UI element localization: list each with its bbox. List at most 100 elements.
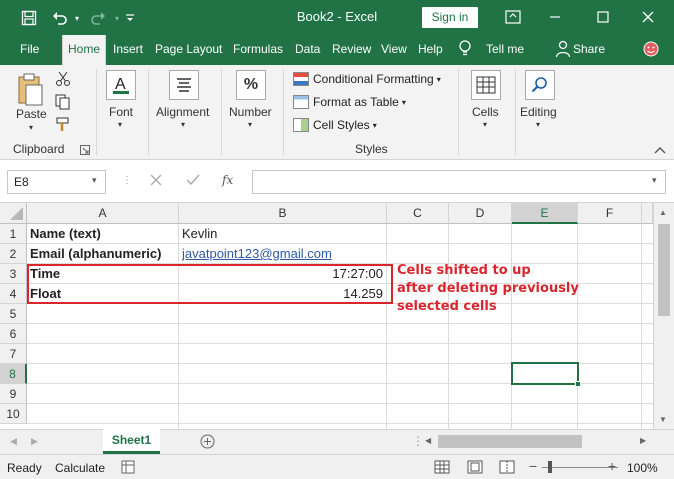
tab-view[interactable]: View [381,42,407,56]
alignment-icon[interactable] [169,70,199,100]
scroll-up-icon[interactable]: ▲ [659,208,667,217]
status-calculate[interactable]: Calculate [55,461,105,475]
select-all-corner[interactable] [0,203,27,224]
row-header-3[interactable]: 3 [0,264,27,284]
vertical-scrollbar[interactable]: ▲ ▼ [653,203,674,429]
styles-group-label: Styles [355,142,388,156]
column-header-b[interactable]: B [179,203,387,224]
column-header-c[interactable]: C [387,203,449,224]
enter-check-icon[interactable] [186,174,200,189]
cell-a1[interactable]: Name (text) [27,224,104,244]
font-button[interactable]: Font [109,105,133,119]
column-header-f[interactable]: F [578,203,642,224]
cell-b2-email-link[interactable]: javatpoint123@gmail.com [179,244,335,264]
scroll-left-icon[interactable]: ◀ [425,436,431,445]
alignment-button[interactable]: Alignment [156,105,209,119]
paste-icon[interactable] [16,73,44,110]
tell-me-search[interactable]: Tell me [486,42,524,56]
zoom-out-icon[interactable]: − [529,458,537,474]
active-cell-e8[interactable] [511,362,581,387]
number-dropdown-icon[interactable]: ▾ [248,120,252,129]
tab-review[interactable]: Review [332,42,371,56]
percent-icon[interactable]: % [236,70,266,100]
horizontal-scroll-thumb[interactable] [438,435,582,448]
sheet-tab-sheet1[interactable]: Sheet1 [103,429,160,454]
new-sheet-icon[interactable] [200,434,215,452]
minimize-icon[interactable] [542,6,568,28]
format-painter-icon[interactable] [55,117,71,136]
column-header-a[interactable]: A [27,203,179,224]
tab-file[interactable]: File [20,42,39,56]
cell-styles-button[interactable]: Cell Styles ▾ [293,118,377,132]
scroll-down-icon[interactable]: ▼ [659,415,667,424]
next-sheet-icon[interactable]: ▶ [31,436,38,447]
tab-data[interactable]: Data [295,42,320,56]
clipboard-launcher-icon[interactable] [80,144,90,158]
column-header-e[interactable]: E [512,203,578,224]
cut-icon[interactable] [55,71,71,90]
prev-sheet-icon[interactable]: ◀ [10,436,17,447]
column-header-d[interactable]: D [449,203,512,224]
tab-help[interactable]: Help [418,42,443,56]
row-header-2[interactable]: 2 [0,244,27,264]
smiley-feedback-icon[interactable] [642,40,660,61]
macro-record-icon[interactable] [121,460,135,477]
paste-button[interactable]: Paste [16,107,47,121]
page-layout-view-icon[interactable] [467,460,483,477]
editing-dropdown-icon[interactable]: ▾ [536,120,540,129]
cells-icon[interactable] [471,70,501,100]
number-button[interactable]: Number [229,105,272,119]
editing-search-icon[interactable] [525,70,555,100]
collapse-ribbon-icon[interactable] [654,143,666,157]
vertical-scroll-thumb[interactable] [658,224,670,316]
format-as-table-icon [293,95,309,109]
cell-a2[interactable]: Email (alphanumeric) [27,244,164,264]
share-button[interactable]: Share [573,42,605,56]
row-header-1[interactable]: 1 [0,224,27,244]
row-header-7[interactable]: 7 [0,344,27,364]
zoom-in-icon[interactable]: + [608,458,616,474]
scroll-right-icon[interactable]: ▶ [640,436,646,445]
insert-function-icon[interactable]: fx [222,173,233,187]
copy-icon[interactable] [55,94,71,113]
lightbulb-icon[interactable] [458,40,472,61]
normal-view-icon[interactable] [434,460,450,477]
expand-formula-bar-icon[interactable]: ▾ [652,175,657,186]
sign-in-button[interactable]: Sign in [422,7,478,28]
cell-b1[interactable]: Kevlin [179,224,220,244]
row-header-10[interactable]: 10 [0,404,27,424]
column-header-g[interactable] [642,203,653,224]
format-as-table-button[interactable]: Format as Table ▾ [293,95,406,109]
formula-input[interactable] [252,170,666,194]
clipboard-group-label: Clipboard [13,142,65,156]
tab-insert[interactable]: Insert [113,42,143,56]
conditional-formatting-button[interactable]: Conditional Formatting ▾ [293,72,441,86]
ribbon-display-options-icon[interactable] [500,6,526,28]
row-header-5[interactable]: 5 [0,304,27,324]
font-icon[interactable]: A [106,70,136,100]
zoom-slider-track[interactable] [542,467,618,468]
tab-formulas[interactable]: Formulas [233,42,283,56]
zoom-slider-thumb[interactable] [548,461,552,473]
page-break-view-icon[interactable] [499,460,515,477]
row-header-8[interactable]: 8 [0,364,27,384]
cancel-icon[interactable] [150,174,162,189]
alignment-dropdown-icon[interactable]: ▾ [181,120,185,129]
tab-home[interactable]: Home [62,35,107,65]
paste-dropdown-icon[interactable]: ▾ [29,123,33,132]
maximize-icon[interactable] [590,6,616,28]
zoom-level[interactable]: 100% [627,461,658,475]
fill-handle[interactable] [575,381,581,387]
row-header-4[interactable]: 4 [0,284,27,304]
row-header-9[interactable]: 9 [0,384,27,404]
cells-dropdown-icon[interactable]: ▾ [483,120,487,129]
font-dropdown-icon[interactable]: ▾ [118,120,122,129]
tab-page-layout[interactable]: Page Layout [155,42,222,56]
editing-button[interactable]: Editing [520,105,557,119]
row-header-6[interactable]: 6 [0,324,27,344]
close-icon[interactable] [635,6,661,28]
cells-button[interactable]: Cells [472,105,499,119]
tab-splitter-icon[interactable]: ⋮ [412,434,424,448]
name-box-dropdown-icon[interactable]: ▾ [92,175,97,186]
person-icon[interactable] [555,40,571,61]
